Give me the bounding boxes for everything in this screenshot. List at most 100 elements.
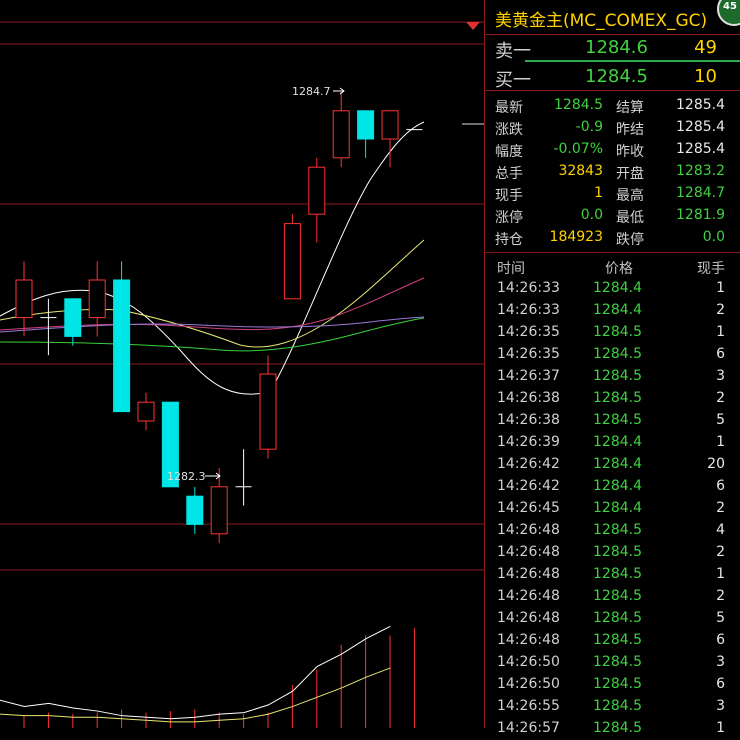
notification-badge[interactable]: 45 — [717, 0, 740, 26]
tick-row[interactable]: 14:26:48 1284.5 4 — [485, 520, 740, 542]
tick-row[interactable]: 14:26:48 1284.5 2 — [485, 542, 740, 564]
tick-time: 14:26:50 — [497, 676, 560, 692]
tick-row[interactable]: 14:26:38 1284.5 2 — [485, 388, 740, 410]
quote-value: 1285.4 — [676, 119, 725, 135]
tick-volume: 5 — [716, 610, 725, 626]
sell-one-row[interactable]: 卖一 1284.6 49 — [485, 34, 740, 62]
tick-row[interactable]: 14:26:33 1284.4 2 — [485, 300, 740, 322]
quote-value: -0.9 — [575, 119, 603, 135]
candle-up — [332, 110, 350, 159]
tick-time: 14:26:57 — [497, 720, 560, 736]
quote-row: 涨停 0.0 最低 1281.9 — [485, 205, 740, 227]
tick-time: 14:26:55 — [497, 698, 560, 714]
quote-panel: 美黄金主(MC_COMEX_GC) 45 卖一 1284.6 49 买一 128… — [484, 0, 740, 736]
tick-price: 1284.5 — [593, 632, 642, 648]
tick-row[interactable]: 14:26:37 1284.5 3 — [485, 366, 740, 388]
quote-row: 幅度 -0.07% 昨收 1285.4 — [485, 139, 740, 161]
tick-row[interactable]: 14:26:50 1284.5 3 — [485, 652, 740, 674]
tick-time: 14:26:39 — [497, 434, 560, 450]
quote-row: 持仓 184923 跌停 0.0 — [485, 227, 740, 249]
tick-time: 14:26:42 — [497, 478, 560, 494]
tick-time: 14:26:35 — [497, 346, 560, 362]
price-labels: 1284.7 1282.3 — [167, 85, 484, 483]
quote-label: 涨停 — [495, 210, 523, 226]
sell-one-price: 1284.6 — [585, 37, 648, 58]
tick-volume: 2 — [716, 544, 725, 560]
tick-price: 1284.5 — [593, 698, 642, 714]
quote-label: 涨跌 — [495, 122, 523, 138]
tick-row[interactable]: 14:26:38 1284.5 5 — [485, 410, 740, 432]
instrument-title-bar: 美黄金主(MC_COMEX_GC) 45 — [485, 0, 740, 35]
volume-ma-line — [0, 625, 391, 720]
tick-price: 1284.4 — [593, 478, 642, 494]
quote-label: 最新 — [495, 100, 523, 116]
ma-purple-line — [0, 316, 425, 333]
kline-chart[interactable]: 1284.7 1282.3 — [0, 0, 484, 728]
tick-price: 1284.5 — [593, 654, 642, 670]
tick-volume: 1 — [716, 280, 725, 296]
quote-row: 最新 1284.5 结算 1285.4 — [485, 95, 740, 117]
tick-time: 14:26:48 — [497, 632, 560, 648]
buy-one-row[interactable]: 买一 1284.5 10 — [485, 63, 740, 91]
tick-row[interactable]: 14:26:42 1284.4 20 — [485, 454, 740, 476]
buy-one-price: 1284.5 — [585, 66, 648, 87]
tick-time: 14:26:35 — [497, 324, 560, 340]
tick-price: 1284.5 — [593, 346, 642, 362]
tick-row[interactable]: 14:26:48 1284.5 6 — [485, 630, 740, 652]
quote-value: 1284.7 — [676, 185, 725, 201]
quote-label: 开盘 — [616, 166, 644, 182]
tick-volume: 2 — [716, 302, 725, 318]
quote-value: 1285.4 — [676, 141, 725, 157]
tick-row[interactable]: 14:26:57 1284.5 1 — [485, 718, 740, 740]
tick-row[interactable]: 14:26:48 1284.5 5 — [485, 608, 740, 630]
quote-label: 最低 — [616, 210, 644, 226]
tick-time: 14:26:38 — [497, 412, 560, 428]
tick-price: 1284.4 — [593, 302, 642, 318]
tick-row[interactable]: 14:26:55 1284.5 3 — [485, 696, 740, 718]
tick-time: 14:26:48 — [497, 610, 560, 626]
ticks-header: 时间 价格 现手 — [497, 261, 725, 277]
tick-price: 1284.5 — [593, 368, 642, 384]
quote-label: 昨结 — [616, 122, 644, 138]
tick-row[interactable]: 14:26:50 1284.5 6 — [485, 674, 740, 696]
tick-volume: 6 — [716, 676, 725, 692]
tick-row[interactable]: 14:26:35 1284.5 6 — [485, 344, 740, 366]
tick-row[interactable]: 14:26:35 1284.5 1 — [485, 322, 740, 344]
quote-value: 184923 — [549, 229, 603, 245]
tick-price: 1284.5 — [593, 324, 642, 340]
quote-value: 1284.5 — [554, 97, 603, 113]
tick-row[interactable]: 14:26:33 1284.4 1 — [485, 278, 740, 300]
tick-row[interactable]: 14:26:48 1284.5 1 — [485, 564, 740, 586]
tick-row[interactable]: 14:26:39 1284.4 1 — [485, 432, 740, 454]
tick-time: 14:26:48 — [497, 588, 560, 604]
tick-price: 1284.4 — [593, 280, 642, 296]
quote-value: 1283.2 — [676, 163, 725, 179]
tick-volume: 5 — [716, 412, 725, 428]
volume-subchart — [0, 625, 415, 728]
tick-time: 14:26:48 — [497, 566, 560, 582]
tick-volume: 20 — [707, 456, 725, 472]
high-arrow-icon — [333, 87, 345, 95]
quote-label: 结算 — [616, 100, 644, 116]
tick-price: 1284.5 — [593, 412, 642, 428]
quote-label: 现手 — [495, 188, 523, 204]
candle-up — [137, 401, 155, 422]
tick-volume: 4 — [716, 522, 725, 538]
quote-value: 1281.9 — [676, 207, 725, 223]
tick-price: 1284.5 — [593, 676, 642, 692]
ma-magenta-line — [0, 277, 425, 331]
quote-label: 持仓 — [495, 232, 523, 248]
tick-volume: 3 — [716, 698, 725, 714]
tick-row[interactable]: 14:26:42 1284.4 6 — [485, 476, 740, 498]
quote-label: 总手 — [495, 166, 523, 182]
tick-time: 14:26:42 — [497, 456, 560, 472]
candle-up — [88, 279, 106, 319]
candle-up — [308, 166, 326, 215]
tick-volume: 2 — [716, 390, 725, 406]
tick-row[interactable]: 14:26:45 1284.4 2 — [485, 498, 740, 520]
high-price-label: 1284.7 — [292, 85, 331, 98]
tick-volume: 2 — [716, 500, 725, 516]
candle-up — [381, 110, 399, 140]
tick-row[interactable]: 14:26:48 1284.5 2 — [485, 586, 740, 608]
tick-volume: 1 — [716, 720, 725, 736]
